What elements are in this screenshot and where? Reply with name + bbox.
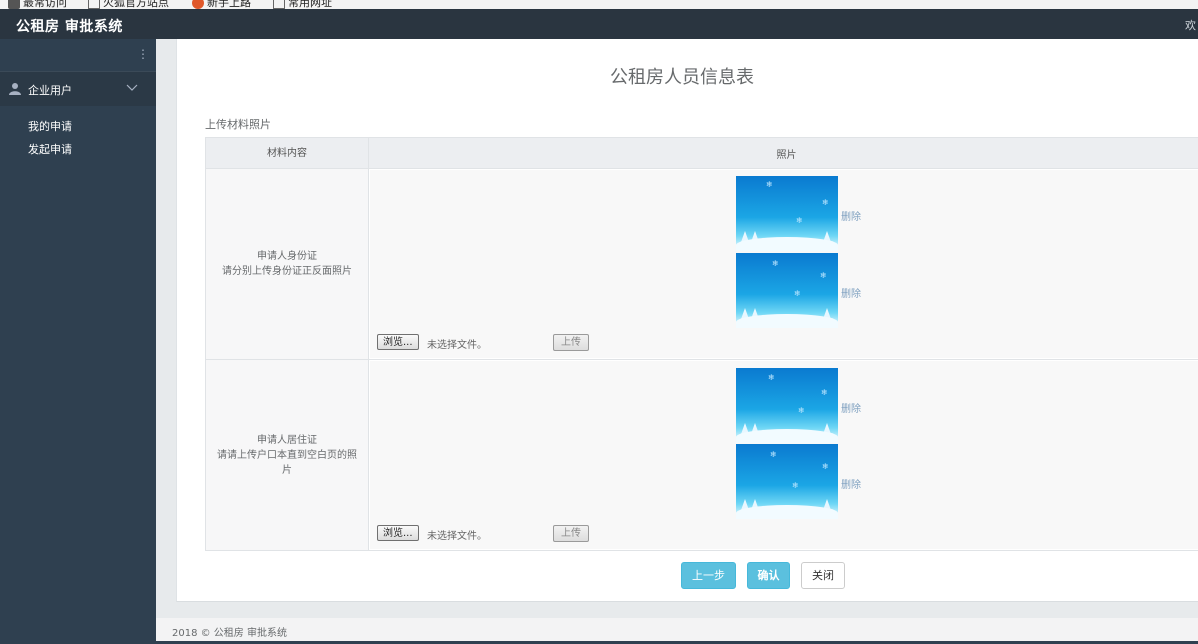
table-row: 申请人身份证 请分别上传身份证正反面照片 ❄❄❄ 删除 ❄❄❄ [206, 169, 1198, 360]
form-panel: 公租房人员信息表 上传材料照片 材料内容 照片 申请人身份证 请分别上传身份证正… [176, 39, 1198, 602]
material-hint: 请请上传户口本直到空白页的照片 [207, 448, 367, 478]
app-brand: 公租房 审批系统 [16, 16, 123, 36]
material-hint: 请分别上传身份证正反面照片 [207, 264, 367, 279]
sidebar-collapse-bar: ⋮ [0, 39, 156, 72]
material-title: 申请人身份证 [207, 249, 367, 264]
material-description: 申请人居住证 请请上传户口本直到空白页的照片 [206, 360, 369, 551]
sidebar-menu-label: 企业用户 [28, 82, 72, 98]
firefox-icon [192, 0, 204, 9]
header-material-content: 材料内容 [206, 138, 369, 169]
no-file-selected-text: 未选择文件。 [427, 336, 487, 351]
sidebar-item-my-applications[interactable]: 我的申请 [28, 118, 72, 134]
chevron-down-icon [126, 81, 138, 93]
browse-file-button[interactable]: 浏览... [377, 525, 419, 541]
bookmark-icon [8, 0, 20, 9]
folder-icon [88, 0, 100, 9]
table-row: 申请人居住证 请请上传户口本直到空白页的照片 ❄❄❄ 删除 ❄❄❄ [206, 360, 1198, 551]
upload-button[interactable]: 上传 [553, 525, 589, 542]
sidebar: ⋮ 企业用户 我的申请 发起申请 [0, 39, 156, 643]
bookmark-firefox-official[interactable]: 火狐官方站点 [88, 0, 169, 9]
section-label: 上传材料照片 [205, 116, 271, 132]
uploaded-photo[interactable]: ❄❄❄ [736, 444, 838, 519]
photo-cell: ❄❄❄ 删除 ❄❄❄ 删除 浏览... 未选择文件。 上传 [369, 360, 1198, 551]
no-file-selected-text: 未选择文件。 [427, 527, 487, 542]
photo-cell: ❄❄❄ 删除 ❄❄❄ 删除 浏览... 未选择文件。 上传 [369, 169, 1198, 360]
delete-photo-link[interactable]: 删除 [841, 285, 861, 300]
page-title: 公租房人员信息表 [264, 63, 1100, 89]
uploaded-photo[interactable]: ❄❄❄ [736, 368, 838, 443]
header-photo: 照片 [369, 138, 1198, 169]
user-icon [9, 82, 21, 95]
delete-photo-link[interactable]: 删除 [841, 208, 861, 223]
footer-copyright: 2018 © 公租房 审批系统 [172, 624, 287, 639]
previous-step-button[interactable]: 上一步 [681, 562, 736, 589]
uploaded-photo[interactable]: ❄❄❄ [736, 176, 838, 251]
table-header-row: 材料内容 照片 [206, 138, 1198, 169]
delete-photo-link[interactable]: 删除 [841, 476, 861, 491]
uploaded-photo[interactable]: ❄❄❄ [736, 253, 838, 328]
materials-table: 材料内容 照片 申请人身份证 请分别上传身份证正反面照片 ❄❄❄ 删除 ❄❄❄ [205, 137, 1198, 551]
top-navbar: 公租房 审批系统 欢 [0, 9, 1198, 39]
browse-file-button[interactable]: 浏览... [377, 334, 419, 350]
sidebar-menu-enterprise-user[interactable]: 企业用户 [0, 72, 156, 106]
close-button[interactable]: 关闭 [801, 562, 845, 589]
bookmark-most-visited[interactable]: 最常访问 [8, 0, 67, 9]
bookmarks-bar: 最常访问 火狐官方站点 新手上路 常用网址 [0, 0, 1198, 9]
welcome-text: 欢 [1185, 17, 1196, 33]
bookmark-getting-started[interactable]: 新手上路 [192, 0, 251, 9]
material-description: 申请人身份证 请分别上传身份证正反面照片 [206, 169, 369, 360]
sidebar-item-new-application[interactable]: 发起申请 [28, 141, 72, 157]
folder-icon [273, 0, 285, 9]
bookmark-common-sites[interactable]: 常用网址 [273, 0, 332, 9]
confirm-button[interactable]: 确认 [747, 562, 790, 589]
upload-button[interactable]: 上传 [553, 334, 589, 351]
material-title: 申请人居住证 [207, 433, 367, 448]
more-vertical-icon[interactable]: ⋮ [137, 47, 149, 61]
footer: 2018 © 公租房 审批系统 [156, 617, 1198, 644]
delete-photo-link[interactable]: 删除 [841, 400, 861, 415]
